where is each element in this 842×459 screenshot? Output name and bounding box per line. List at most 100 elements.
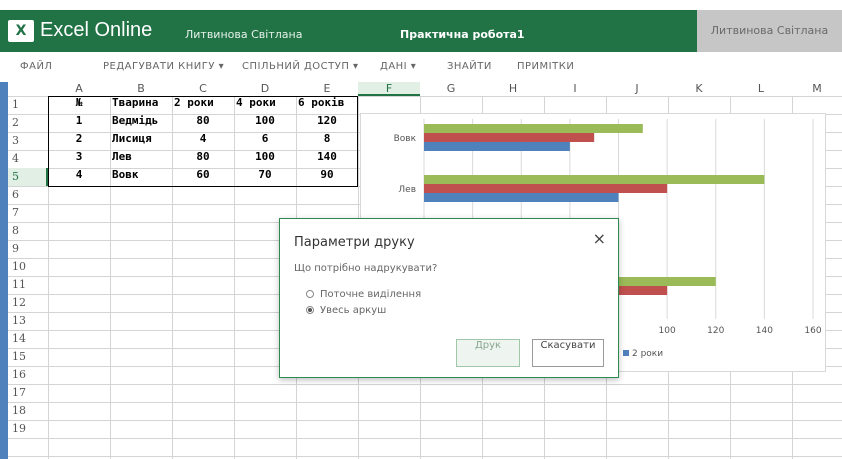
column-header-m[interactable]: M (792, 82, 842, 96)
column-header-a[interactable]: A (48, 82, 110, 96)
column-header-e[interactable]: E (296, 82, 358, 96)
menu-edit-workbook[interactable]: РЕДАГУВАТИ КНИГУ ▾ (103, 61, 224, 72)
chart-bar (424, 193, 619, 202)
dialog-title: Параметри друку (294, 235, 415, 250)
title-bar: X Excel Online Литвинова Світлана Практи… (0, 10, 842, 52)
row-header-selected[interactable]: 5 (8, 168, 48, 186)
chart-bar (424, 175, 765, 184)
column-header-h[interactable]: H (482, 82, 544, 96)
column-header-k[interactable]: K (668, 82, 730, 96)
row-header[interactable]: 14 (8, 330, 48, 348)
row-header[interactable]: 15 (8, 348, 48, 366)
row-header[interactable]: 13 (8, 312, 48, 330)
account-button[interactable]: Литвинова Світлана (697, 10, 842, 52)
print-options-dialog: Параметри друку × Що потрібно надрукуват… (279, 218, 619, 378)
radio-icon[interactable] (306, 290, 314, 298)
table-cell[interactable]: 4 (172, 132, 234, 150)
grid-line (8, 420, 842, 421)
legend-swatch (623, 350, 629, 356)
table-cell[interactable]: Лисиця (112, 132, 172, 150)
table-cell[interactable]: 100 (234, 114, 296, 132)
table-cell[interactable]: 4 (48, 168, 110, 186)
column-header-b[interactable]: B (110, 82, 172, 96)
grid-line (8, 402, 842, 403)
row-header[interactable]: 16 (8, 366, 48, 384)
column-header-j[interactable]: J (606, 82, 668, 96)
row-header[interactable]: 8 (8, 222, 48, 240)
cancel-button[interactable]: Скасувати (532, 339, 604, 367)
row-header[interactable]: 3 (8, 132, 48, 150)
chart-category-label: Лев (398, 185, 416, 195)
table-header-cell[interactable]: № (48, 96, 110, 114)
table-cell[interactable]: 3 (48, 150, 110, 168)
close-icon[interactable]: × (593, 229, 606, 248)
chart-bar (424, 184, 668, 193)
column-header-d[interactable]: D (234, 82, 296, 96)
chart-tick-label: 160 (804, 326, 821, 336)
option-entire-sheet[interactable]: Увесь аркуш (306, 305, 386, 316)
menu-data[interactable]: ДАНІ ▾ (380, 61, 416, 72)
chart-bar (424, 133, 595, 142)
column-header-f[interactable]: F (358, 82, 420, 96)
table-cell[interactable]: 140 (296, 150, 358, 168)
chart-bar (424, 142, 570, 151)
grid-line (8, 384, 842, 385)
table-cell[interactable]: Вовк (112, 168, 172, 186)
option-current-selection[interactable]: Поточне виділення (306, 289, 421, 300)
table-cell[interactable]: 60 (172, 168, 234, 186)
table-cell[interactable]: 1 (48, 114, 110, 132)
row-header[interactable]: 11 (8, 276, 48, 294)
row-header[interactable]: 17 (8, 384, 48, 402)
column-header-c[interactable]: C (172, 82, 234, 96)
print-button[interactable]: Друк (456, 339, 520, 367)
chart-category-label: Вовк (394, 134, 417, 144)
menu-find[interactable]: ЗНАЙТИ (447, 61, 492, 72)
row-header[interactable]: 19 (8, 420, 48, 438)
excel-logo-icon: X (8, 20, 34, 42)
grid-line (8, 456, 842, 457)
option-label: Поточне виділення (320, 289, 422, 300)
menu-comments[interactable]: ПРИМІТКИ (517, 61, 574, 72)
row-header[interactable]: 9 (8, 240, 48, 258)
option-label: Увесь аркуш (320, 305, 387, 316)
ribbon-menu: ФАЙЛ РЕДАГУВАТИ КНИГУ ▾ СПІЛЬНИЙ ДОСТУП … (0, 52, 842, 82)
column-header-l[interactable]: L (730, 82, 792, 96)
dialog-question: Що потрібно надрукувати? (294, 263, 438, 274)
app-name[interactable]: Excel Online (40, 19, 152, 42)
chart-tick-label: 120 (707, 326, 724, 336)
menu-file[interactable]: ФАЙЛ (20, 61, 52, 72)
chart-tick-label: 100 (659, 326, 676, 336)
row-header[interactable]: 10 (8, 258, 48, 276)
table-cell[interactable]: 100 (234, 150, 296, 168)
table-cell[interactable]: 8 (296, 132, 358, 150)
table-cell[interactable]: 70 (234, 168, 296, 186)
row-header[interactable]: 4 (8, 150, 48, 168)
table-header-cell[interactable]: 2 роки (174, 96, 234, 114)
table-cell[interactable]: 90 (296, 168, 358, 186)
table-cell[interactable]: 120 (296, 114, 358, 132)
table-cell[interactable]: Ведмідь (112, 114, 172, 132)
row-header[interactable]: 1 (8, 96, 48, 114)
row-header[interactable]: 7 (8, 204, 48, 222)
row-header[interactable]: 12 (8, 294, 48, 312)
left-edge (0, 82, 8, 459)
menu-share[interactable]: СПІЛЬНИЙ ДОСТУП ▾ (242, 61, 359, 72)
chart-tick-label: 140 (756, 326, 773, 336)
row-header[interactable]: 18 (8, 402, 48, 420)
document-title[interactable]: Практична робота1 (400, 28, 525, 41)
table-header-cell[interactable]: Тварина (112, 96, 172, 114)
radio-selected-icon[interactable] (306, 306, 314, 314)
table-header-cell[interactable]: 4 роки (236, 96, 296, 114)
table-cell[interactable]: Лев (112, 150, 172, 168)
table-cell[interactable]: 80 (172, 150, 234, 168)
table-cell[interactable]: 2 (48, 132, 110, 150)
chart-bar (424, 124, 643, 133)
table-cell[interactable]: 80 (172, 114, 234, 132)
row-header[interactable]: 2 (8, 114, 48, 132)
table-header-cell[interactable]: 6 років (298, 96, 358, 114)
column-header-i[interactable]: I (544, 82, 606, 96)
row-header[interactable]: 6 (8, 186, 48, 204)
user-name-left: Литвинова Світлана (185, 28, 303, 41)
table-cell[interactable]: 6 (234, 132, 296, 150)
column-header-g[interactable]: G (420, 82, 482, 96)
